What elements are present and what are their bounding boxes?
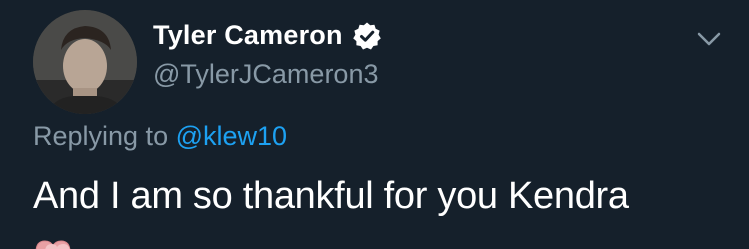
chevron-down-icon[interactable]	[694, 27, 724, 51]
two-hearts-emoji-icon	[33, 238, 79, 249]
verified-badge-icon	[352, 21, 382, 51]
replying-to-label: Replying to	[33, 121, 169, 151]
tweet-card: Tyler Cameron @TylerJCameron3 Replying t…	[0, 0, 749, 249]
display-name-text[interactable]: Tyler Cameron	[153, 20, 343, 51]
profile-photo-icon	[33, 10, 137, 114]
mention-link[interactable]: @klew10	[176, 121, 287, 151]
user-handle[interactable]: @TylerJCameron3	[153, 59, 378, 90]
display-name[interactable]: Tyler Cameron	[153, 20, 382, 51]
tweet-text: And I am so thankful for you Kendra	[33, 175, 629, 217]
avatar[interactable]	[33, 10, 137, 114]
replying-to: Replying to @klew10	[33, 121, 287, 152]
